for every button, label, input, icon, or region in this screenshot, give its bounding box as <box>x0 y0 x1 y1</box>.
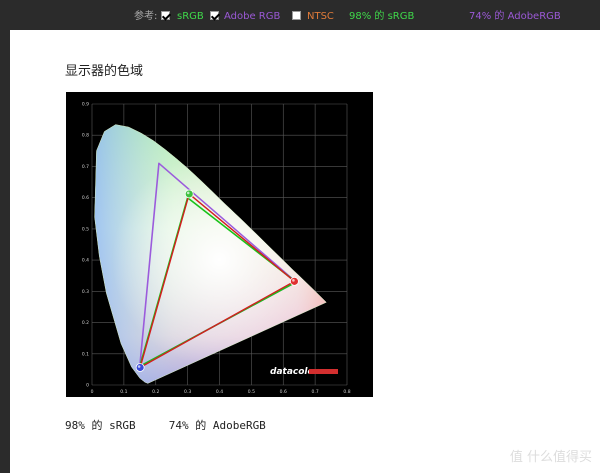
primary-point <box>184 189 194 199</box>
datacolor-logo: datacolor <box>270 367 338 377</box>
adobe-rgb-coverage: 74% 的 AdobeRGB <box>469 11 561 22</box>
srgb-coverage: 98% 的 sRGB <box>349 11 415 22</box>
x-tick-label: 0.1 <box>120 389 127 395</box>
x-tick-label: 0.6 <box>280 389 287 395</box>
adobe-rgb-label[interactable]: Adobe RGB <box>224 10 280 24</box>
primary-point-highlight <box>186 191 190 195</box>
cie-diagram: 0 0.1 0.2 0.3 0.4 0.5 0.6 0.7 0.8 0 0.1 0.2 0.3 0.4 0.… <box>82 102 351 396</box>
y-tick-label: 0.7 <box>82 164 89 170</box>
x-tick-label: 0.8 <box>343 389 350 395</box>
x-tick-label: 0 <box>91 389 94 395</box>
x-tick-label: 0.3 <box>184 389 191 395</box>
ntsc-label[interactable]: NTSC <box>307 10 334 24</box>
y-tick-label: 0.8 <box>82 133 89 139</box>
x-tick-label: 0.2 <box>152 389 159 395</box>
x-tick-label: 0.5 <box>248 389 255 395</box>
primary-point-highlight <box>137 365 141 368</box>
primary-point <box>135 363 145 372</box>
logo-bar <box>309 369 338 374</box>
x-tick-label: 0.7 <box>312 389 319 395</box>
gamut-chart: 0 0.1 0.2 0.3 0.4 0.5 0.6 0.7 0.8 0 0.1 0.2 0.3 0.4 0.… <box>66 92 373 397</box>
article-panel: 显示器的色域 0 0.1 0.2 0.3 0.4 0.5 0.6 0.7 0.8… <box>10 30 600 473</box>
y-tick-label: 0.9 <box>82 102 89 108</box>
y-tick-label: 0.3 <box>82 289 89 295</box>
y-tick-label: 0.4 <box>82 258 89 264</box>
y-tick-label: 0.5 <box>82 226 89 232</box>
x-tick-label: 0.4 <box>216 389 223 395</box>
y-tick-label: 0.6 <box>82 195 89 201</box>
y-tick-label: 0.2 <box>82 320 89 326</box>
srgb-label[interactable]: sRGB <box>177 10 204 24</box>
y-tick-label: 0.1 <box>82 351 89 357</box>
primary-point <box>290 276 299 286</box>
srgb-checkbox[interactable] <box>161 11 170 20</box>
coverage-caption: 98% 的 sRGB 74% 的 AdobeRGB <box>65 419 266 432</box>
reference-label: 参考: <box>134 11 158 22</box>
ntsc-checkbox[interactable] <box>292 11 301 20</box>
y-tick-label: 0 <box>86 383 89 389</box>
watermark: 值 什么值得买 <box>509 450 592 465</box>
adobe-rgb-checkbox[interactable] <box>210 11 219 20</box>
primary-point-highlight <box>292 279 295 282</box>
toolbar: 参考: sRGB Adobe RGB NTSC 98% 的 sRGB 74% 的… <box>0 0 600 30</box>
page-title: 显示器的色域 <box>65 64 144 79</box>
